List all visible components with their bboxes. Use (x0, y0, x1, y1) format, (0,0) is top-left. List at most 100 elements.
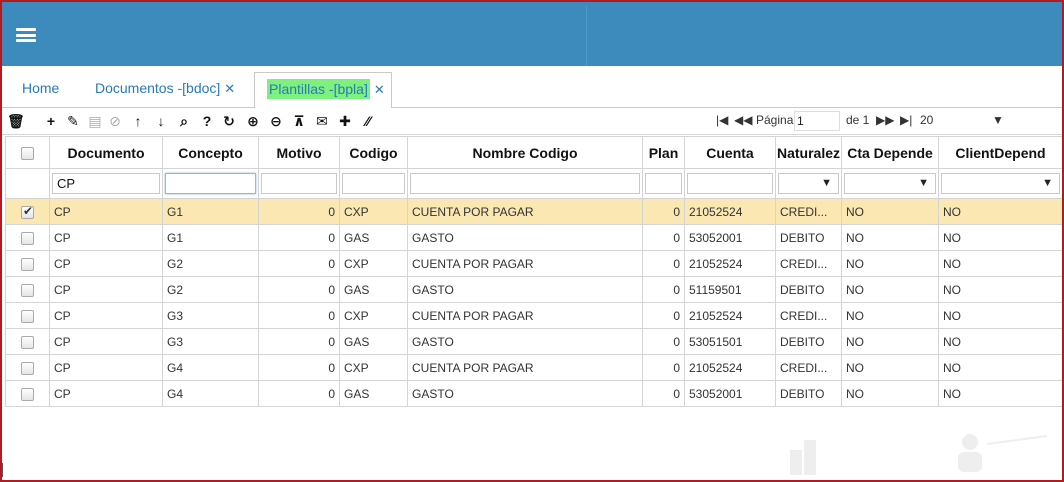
col-header-naturaleza[interactable]: Naturalez (775, 136, 842, 169)
page-size-chevron-down-icon[interactable]: ▼ (992, 113, 1004, 127)
page-size-select[interactable]: 20 (920, 113, 933, 127)
pager-of-label: de 1 (846, 113, 870, 127)
cancel-icon[interactable]: ⊘ (107, 112, 123, 130)
row-checkbox[interactable] (21, 361, 34, 375)
filter-cell-cta-depende: ▼ (841, 168, 939, 199)
tab-plantillas-close-icon[interactable]: ✕ (374, 82, 385, 97)
pager-page-input[interactable] (794, 111, 840, 131)
col-header-cuenta[interactable]: Cuenta (684, 136, 776, 169)
hamburger-menu-icon[interactable] (16, 28, 36, 42)
cell-motivo: 0 (258, 328, 340, 355)
filter-motivo-input[interactable] (261, 173, 337, 194)
filter-cell-motivo (258, 168, 340, 199)
filter-client-depend-select[interactable]: ▼ (941, 173, 1060, 194)
table-row[interactable]: CP G4 0 CXP CUENTA POR PAGAR 0 21052524 CREDI..… (5, 354, 1062, 381)
watermark-person-icon (958, 434, 1048, 472)
refresh-icon[interactable]: ↻ (221, 112, 237, 130)
cell-client-depend: NO (938, 198, 1062, 225)
col-header-motivo[interactable]: Motivo (258, 136, 340, 169)
filter-documento-input[interactable] (52, 173, 160, 194)
table-row[interactable]: CP G2 0 CXP CUENTA POR PAGAR 0 21052524 CREDI..… (5, 250, 1062, 277)
move-down-icon[interactable]: ↓ (153, 112, 169, 130)
filter-cuenta-input[interactable] (687, 173, 773, 194)
cell-nombre-codigo: CUENTA POR PAGAR (407, 302, 643, 329)
cell-client-depend: NO (938, 276, 1062, 303)
plus-circle-icon[interactable]: ✚ (337, 112, 353, 130)
cell-cta-depende: NO (841, 198, 939, 225)
col-header-concepto[interactable]: Concepto (162, 136, 259, 169)
row-checkbox[interactable] (21, 387, 34, 401)
filter-plan-input[interactable] (645, 173, 682, 194)
row-checkbox[interactable] (21, 204, 34, 219)
select-all-checkbox[interactable] (21, 147, 34, 161)
cell-plan: 0 (642, 224, 685, 251)
save-icon[interactable]: ▤ (87, 112, 103, 130)
zoom-in-icon[interactable]: ⊕ (245, 112, 261, 130)
col-header-client-depend[interactable]: ClientDepend (938, 136, 1062, 169)
resize-icon[interactable]: ⁄⁄ (360, 112, 376, 130)
col-header-nombre-codigo[interactable]: Nombre Codigo (407, 136, 643, 169)
filter-cell-nombre (407, 168, 643, 199)
cell-motivo: 0 (258, 250, 340, 277)
grid-header-row: Documento Concepto Motivo Codigo Nombre … (5, 136, 1062, 169)
cell-cta-depende: NO (841, 302, 939, 329)
pin-icon[interactable]: ⊼ (291, 112, 307, 130)
filter-cta-depende-select[interactable]: ▼ (844, 173, 936, 194)
cell-concepto: G4 (162, 354, 259, 381)
row-checkbox[interactable] (21, 309, 34, 323)
email-icon[interactable]: ✉ (314, 112, 330, 130)
col-header-cta-depende[interactable]: Cta Depende (841, 136, 939, 169)
cell-codigo: GAS (339, 328, 408, 355)
col-header-codigo[interactable]: Codigo (339, 136, 408, 169)
table-row[interactable]: CP G2 0 GAS GASTO 0 51159501 DEBITO NO NO (5, 276, 1062, 303)
cell-codigo: GAS (339, 224, 408, 251)
table-row[interactable]: CP G3 0 CXP CUENTA POR PAGAR 0 21052524 CREDI..… (5, 302, 1062, 329)
table-row[interactable]: CPG10CXPCUENTA POR PAGAR021052524CREDI..… (5, 198, 1062, 225)
table-row[interactable]: CP G1 0 GAS GASTO 0 53052001 DEBITO NO NO (5, 224, 1062, 251)
pager-prev-icon[interactable]: ◀◀ (734, 113, 752, 127)
cell-motivo: 0 (258, 224, 340, 251)
cell-client-depend: NO (938, 328, 1062, 355)
tab-documentos[interactable]: Documentos -[bdoc] ✕ (95, 80, 235, 97)
tab-documentos-close-icon[interactable]: ✕ (224, 81, 235, 96)
delete-icon[interactable]: 🗑 (7, 112, 25, 130)
cell-documento: CP (49, 250, 163, 277)
add-icon[interactable]: + (43, 112, 59, 130)
tab-home[interactable]: Home (22, 80, 59, 96)
move-up-icon[interactable]: ↑ (130, 112, 146, 130)
edit-icon[interactable]: ✎ (65, 112, 81, 130)
row-select-cell (5, 302, 50, 329)
data-grid: Documento Concepto Motivo Codigo Nombre … (5, 136, 1062, 407)
cell-naturaleza: CREDI... (775, 354, 842, 381)
chevron-down-icon: ▼ (1042, 177, 1053, 189)
pager-next-icon[interactable]: ▶▶ (876, 113, 894, 127)
row-checkbox[interactable] (21, 283, 34, 297)
filter-naturaleza-select[interactable]: ▼ (778, 173, 839, 194)
pager-last-icon[interactable]: ▶| (900, 113, 912, 127)
cell-naturaleza: CREDI... (775, 198, 842, 225)
filter-cell-plan (642, 168, 685, 199)
zoom-out-icon[interactable]: ⊖ (268, 112, 284, 130)
col-header-plan[interactable]: Plan (642, 136, 685, 169)
tab-plantillas[interactable]: Plantillas -[bpla] ✕ (254, 72, 392, 108)
search-icon[interactable]: ⌕ (176, 112, 192, 130)
table-row[interactable]: CP G3 0 GAS GASTO 0 53051501 DEBITO NO NO (5, 328, 1062, 355)
cell-plan: 0 (642, 380, 685, 407)
row-checkbox[interactable] (21, 335, 34, 349)
cell-cta-depende: NO (841, 276, 939, 303)
table-row[interactable]: CP G4 0 GAS GASTO 0 53052001 DEBITO NO NO (5, 380, 1062, 407)
row-checkbox[interactable] (21, 257, 34, 271)
pager-first-icon[interactable]: |◀ (716, 113, 728, 127)
cell-codigo: CXP (339, 354, 408, 381)
filter-nombre-input[interactable] (410, 173, 640, 194)
cell-documento: CP (49, 354, 163, 381)
row-select-cell (5, 276, 50, 303)
cell-client-depend: NO (938, 380, 1062, 407)
help-icon[interactable]: ? (199, 112, 215, 130)
filter-concepto-input[interactable] (165, 173, 256, 194)
cell-cuenta: 53052001 (684, 224, 776, 251)
cell-documento: CP (49, 224, 163, 251)
row-checkbox[interactable] (21, 231, 34, 245)
col-header-documento[interactable]: Documento (49, 136, 163, 169)
filter-codigo-input[interactable] (342, 173, 405, 194)
